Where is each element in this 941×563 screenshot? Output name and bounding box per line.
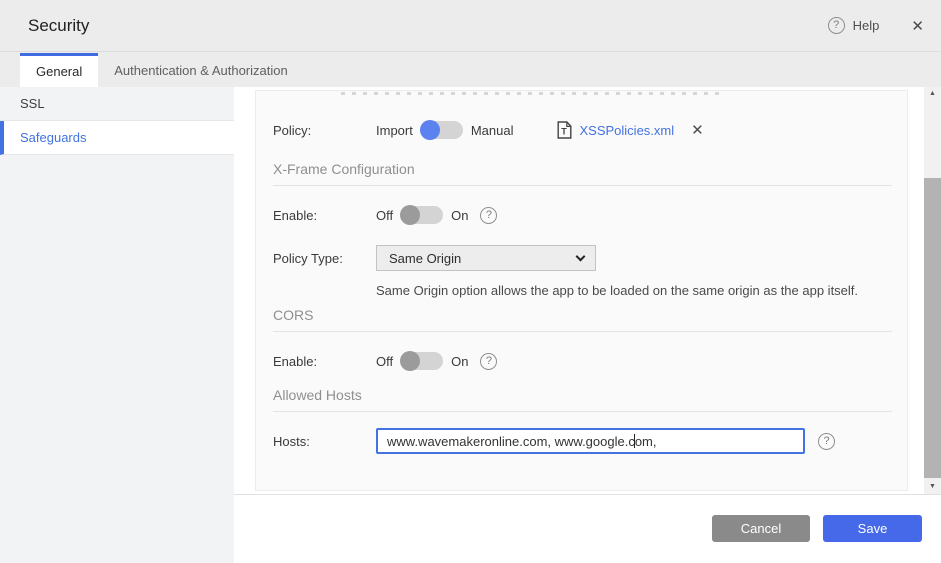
svg-text:T: T: [562, 127, 568, 137]
policy-toggle-left-label: Import: [376, 122, 413, 138]
xframe-enable-toggle[interactable]: [400, 205, 444, 225]
footer-buttons: Cancel Save: [712, 515, 922, 542]
xframe-off-label: Off: [376, 207, 394, 223]
policy-import-manual-toggle[interactable]: [419, 120, 463, 140]
policy-type-label: Policy Type:: [273, 250, 343, 266]
tab-bar: General Authentication & Authorization: [0, 51, 941, 87]
sidebar-item-ssl[interactable]: SSL: [0, 87, 234, 121]
help-label[interactable]: Help: [853, 18, 880, 33]
policy-type-row: Policy Type: Same Origin: [273, 245, 892, 271]
divider: [273, 185, 892, 186]
xml-file-icon: T: [557, 121, 572, 139]
save-button[interactable]: Save: [823, 515, 922, 542]
cors-enable-help-icon[interactable]: ?: [480, 352, 498, 370]
cors-enable-label: Enable:: [273, 353, 318, 369]
safeguards-form-panel: Policy: Import Manual T XSSPolicies.xml …: [255, 90, 908, 491]
clipped-scrolled-text: [341, 92, 721, 95]
cors-on-label: On: [451, 353, 469, 369]
divider: [273, 411, 892, 412]
hosts-help-icon[interactable]: ?: [818, 432, 835, 450]
scroll-up-icon[interactable]: ▲: [924, 87, 941, 101]
toggle-knob: [419, 120, 440, 140]
section-allowed-hosts: Allowed Hosts: [273, 387, 362, 403]
remove-file-icon[interactable]: ✕: [691, 121, 704, 139]
policy-row: Policy: Import Manual T XSSPolicies.xml …: [273, 115, 892, 145]
policy-type-helper-text: Same Origin option allows the app to be …: [376, 283, 859, 298]
page-title: Security: [28, 15, 90, 35]
policy-file-link[interactable]: XSSPolicies.xml: [579, 123, 674, 138]
close-icon[interactable]: ✕: [911, 17, 924, 35]
xframe-on-label: On: [451, 207, 469, 223]
xframe-enable-help-icon[interactable]: ?: [480, 206, 498, 224]
section-xframe-configuration: X-Frame Configuration: [273, 161, 415, 177]
toggle-knob: [400, 205, 421, 225]
text-caret: [634, 434, 635, 448]
cors-enable-toggle[interactable]: [400, 351, 444, 371]
tab-general[interactable]: General: [20, 53, 99, 87]
hosts-input[interactable]: [376, 428, 805, 454]
xframe-enable-row: Enable: Off On ?: [273, 203, 892, 227]
policy-toggle-right-label: Manual: [470, 122, 514, 138]
footer-divider: [234, 494, 941, 495]
sidebar: SSL Safeguards: [0, 87, 234, 563]
divider: [273, 331, 892, 332]
cors-off-label: Off: [376, 353, 394, 369]
tab-authentication-authorization[interactable]: Authentication & Authorization: [98, 53, 303, 87]
policy-label: Policy:: [273, 122, 312, 138]
help-icon[interactable]: ?: [827, 17, 845, 34]
cancel-button[interactable]: Cancel: [712, 515, 810, 542]
scrollbar-thumb[interactable]: [924, 178, 941, 478]
dialog-header: Security ? Help ✕: [0, 0, 941, 51]
policy-type-select[interactable]: Same Origin: [376, 245, 596, 271]
section-cors: CORS: [273, 307, 314, 323]
xframe-enable-label: Enable:: [273, 207, 318, 223]
sidebar-item-safeguards[interactable]: Safeguards: [0, 121, 234, 155]
cors-enable-row: Enable: Off On ?: [273, 349, 892, 373]
hosts-row: Hosts: ?: [273, 428, 892, 454]
hosts-label: Hosts:: [273, 433, 310, 449]
content-area: Policy: Import Manual T XSSPolicies.xml …: [234, 87, 941, 563]
vertical-scrollbar[interactable]: ▲ ▼: [924, 87, 941, 494]
scroll-down-icon[interactable]: ▼: [924, 480, 941, 494]
toggle-knob: [400, 351, 421, 371]
